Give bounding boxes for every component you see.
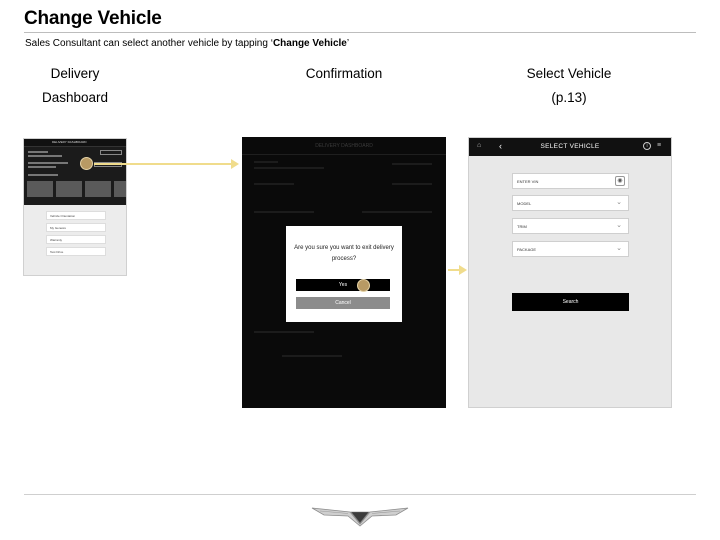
chevron-down-icon: ⌄ [616,222,622,229]
dashboard-card[interactable]: Vehicle Orientation [46,211,106,220]
page-title: Change Vehicle [24,8,162,29]
dialog-question: Are you sure you want to exit delivery p… [294,245,394,262]
dashboard-card[interactable]: Warranty [46,235,106,244]
model-select[interactable]: MODEL ⌄ [512,195,629,211]
dimmed-text-line [254,167,324,169]
header-divider [24,32,696,33]
dimmed-text-line [282,355,342,357]
dashboard-card-label: Test Drive [50,250,64,254]
dashboard-card[interactable]: Test Drive [46,247,106,256]
dashboard-card[interactable]: My Genesis [46,223,106,232]
column-label-dashboard-line1: Delivery [50,66,100,81]
confirmation-header: DELIVERY DASHBOARD [242,137,446,155]
vin-input[interactable]: ENTER VIN ◉ [512,173,629,189]
cancel-button[interactable]: Cancel [296,297,390,309]
flow-arrow [94,159,239,169]
dimmed-text-line [254,161,278,163]
trim-select[interactable]: TRIM ⌄ [512,218,629,234]
dashboard-card-label: Warranty [50,238,63,242]
dashboard-text-line [28,166,56,168]
model-select-label: MODEL [517,201,532,206]
dashboard-text-line [28,155,62,157]
package-select[interactable]: PACKAGE ⌄ [512,241,629,257]
vehicle-thumbnail [114,181,126,197]
dashboard-card-label: My Genesis [50,226,66,230]
camera-icon[interactable]: ◉ [615,176,625,186]
subtitle-prefix: Sales Consultant can select another vehi… [25,38,273,49]
menu-icon[interactable]: ≡ [657,142,661,149]
tap-indicator [80,157,93,170]
genesis-wings-logo [311,507,409,527]
column-label-dashboard-line2: Dashboard [41,90,109,105]
chevron-down-icon: ⌄ [616,199,622,206]
dashboard-nav-bar: DELIVERY DASHBOARD [24,139,126,147]
dashboard-screen-thumbnail: DELIVERY DASHBOARD Vehicle Orientation M… [23,138,127,276]
dimmed-text-line [254,211,314,213]
dashboard-dark-panel: DELIVERY DASHBOARD [24,139,126,205]
dashboard-text-line [28,174,58,176]
dimmed-text-line [392,183,432,185]
trim-select-label: TRIM [517,224,527,229]
dashboard-card-label: Vehicle Orientation [50,214,76,218]
dashboard-text-line [28,151,48,153]
info-icon[interactable]: i [643,142,651,150]
select-vehicle-title: SELECT VEHICLE [540,143,600,150]
confirmation-header-title: DELIVERY DASHBOARD [315,143,373,149]
column-label-page-ref: (p.13) [551,90,587,105]
vehicle-thumbnail [27,181,53,197]
page-subtitle: Sales Consultant can select another vehi… [25,38,349,49]
yes-button[interactable]: Yes [296,279,390,291]
tap-indicator [357,279,370,292]
chevron-down-icon: ⌄ [616,245,622,252]
dashboard-text-line [28,162,68,164]
select-vehicle-header: ⌂ ‹ SELECT VEHICLE i ≡ [469,138,671,156]
dashboard-action-button[interactable] [100,150,122,155]
dimmed-text-line [362,211,432,213]
subtitle-suffix: ’ [346,38,350,49]
exit-confirmation-dialog: Are you sure you want to exit delivery p… [286,226,402,322]
dimmed-text-line [392,163,432,165]
vehicle-thumbnail [56,181,82,197]
vehicle-thumbnail [85,181,111,197]
search-button[interactable]: Search [512,293,629,311]
dimmed-text-line [254,331,314,333]
dashboard-nav-title: DELIVERY DASHBOARD [52,140,87,144]
package-select-label: PACKAGE [517,247,537,252]
vin-input-placeholder: ENTER VIN [517,179,539,184]
column-label-confirmation: Confirmation [305,66,383,81]
column-label-select-vehicle: Select Vehicle [526,66,612,81]
footer-divider [24,494,696,495]
dimmed-text-line [254,183,294,185]
select-vehicle-screen: ⌂ ‹ SELECT VEHICLE i ≡ ENTER VIN ◉ MODEL… [468,137,672,408]
subtitle-highlight: Change Vehicle [272,38,347,49]
flow-arrow [448,265,467,275]
